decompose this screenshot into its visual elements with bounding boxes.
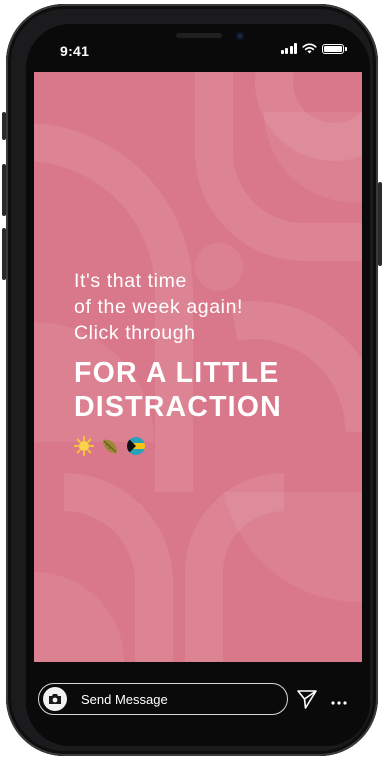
story-line-3: Click through (74, 322, 196, 344)
status-icons (280, 43, 347, 54)
story-card[interactable]: It's that time of the week again! Click … (34, 72, 362, 662)
status-bar: 9:41 (26, 24, 370, 74)
cellular-signal-icon (280, 43, 297, 54)
front-camera (236, 32, 244, 40)
battery-icon (322, 43, 347, 54)
send-message-placeholder: Send Message (81, 691, 168, 707)
camera-button[interactable] (43, 687, 67, 711)
bahamas-flag-icon (127, 437, 145, 455)
story-text: It's that time of the week again! Click … (74, 268, 282, 456)
leaf-icon (103, 439, 118, 454)
volume-down-button (2, 228, 6, 280)
status-time: 9:41 (60, 43, 90, 59)
story-line-1: It's that time (74, 270, 187, 292)
more-options-button[interactable] (330, 693, 348, 711)
emoji-row (74, 436, 282, 456)
story-headline-line-1: FOR A LITTLE (74, 357, 280, 389)
wifi-icon (302, 43, 317, 54)
send-button[interactable] (296, 688, 318, 715)
send-icon (297, 690, 317, 709)
reply-bar: Send Message (26, 662, 370, 746)
camera-icon (49, 694, 61, 704)
story-headline-line-2: DISTRACTION (74, 391, 282, 423)
silent-switch (2, 112, 6, 140)
volume-up-button (2, 164, 6, 216)
power-button (378, 182, 382, 266)
phone-frame: 9:41 It's that time of the week again! C… (2, 4, 382, 756)
speaker-grill (176, 33, 222, 38)
story-headline: FOR A LITTLE DISTRACTION (74, 356, 282, 424)
send-message-input[interactable]: Send Message (38, 683, 288, 715)
story-line-2: of the week again! (74, 296, 244, 318)
notch (112, 24, 284, 54)
sun-icon (74, 436, 94, 456)
more-icon (331, 701, 347, 705)
screen: 9:41 It's that time of the week again! C… (26, 24, 370, 746)
